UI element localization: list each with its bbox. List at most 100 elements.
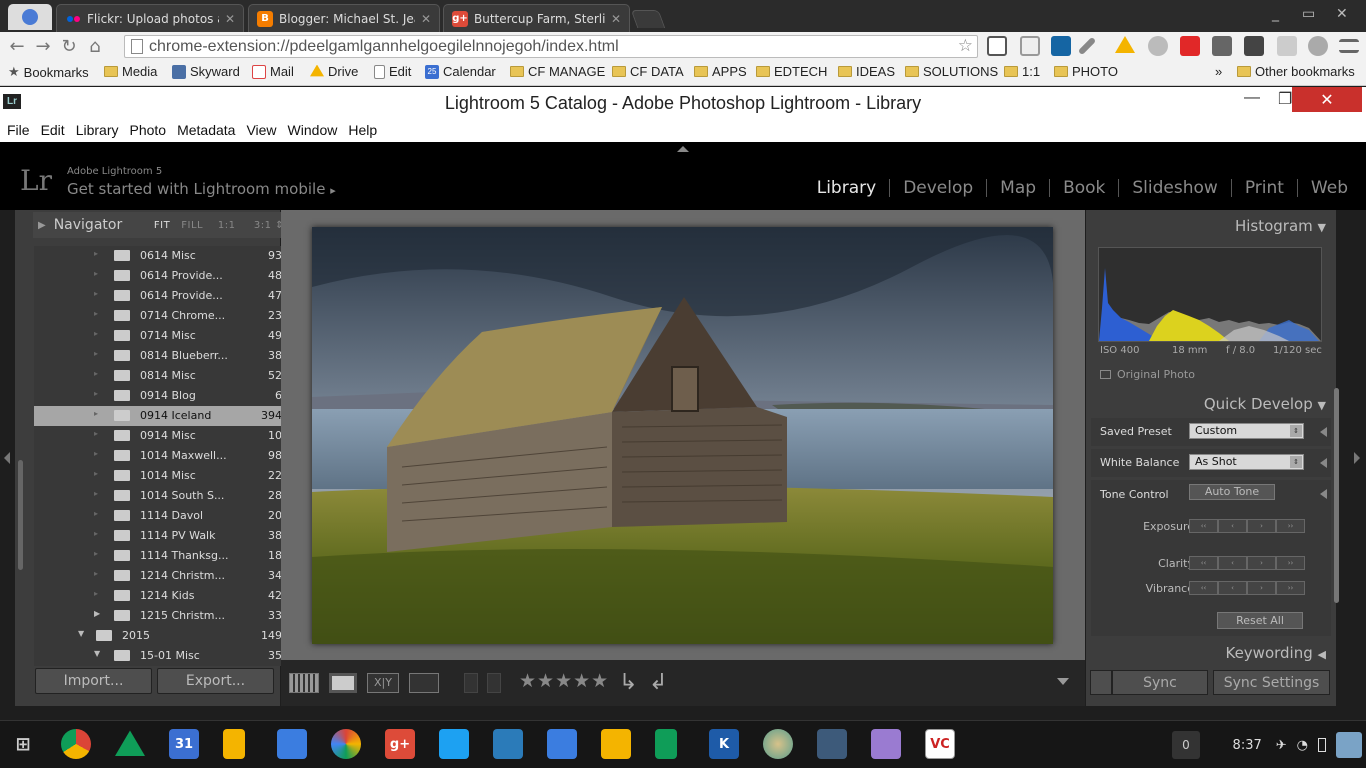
photos-app-icon[interactable] [331,729,361,759]
close-tab-icon[interactable]: ✕ [225,12,235,26]
mail-app-icon[interactable] [547,729,577,759]
white-balance-select[interactable]: As Shot ⇕ [1189,454,1304,470]
menu-help[interactable]: Help [348,122,381,138]
disclosure-triangle-icon[interactable]: ▸ [94,249,98,258]
reset-all-button[interactable]: Reset All [1217,612,1303,629]
maximize-icon[interactable]: ▭ [1302,6,1315,22]
folder-row[interactable]: ▼ 15-01 Misc 35 [34,646,289,666]
close-window-button[interactable]: ✕ [1292,87,1362,112]
disclosure-triangle-icon[interactable]: ▸ [94,569,98,578]
disclosure-triangle-icon[interactable]: ▼ [78,629,84,638]
grid-view-icon[interactable] [289,673,319,693]
home-icon[interactable]: ⌂ [82,33,108,59]
toolbar-menu-icon[interactable] [1057,678,1069,685]
calendar-app-icon[interactable]: 31 [169,729,199,759]
reject-flag-icon[interactable] [487,673,501,693]
folder-row[interactable]: ▸ 1214 Kids 42 [34,586,289,606]
loupe-view[interactable] [281,210,1085,660]
expand-triangle-icon[interactable] [1320,458,1327,468]
close-icon[interactable]: ✕ [1336,6,1348,22]
module-web[interactable]: Web [1298,178,1348,198]
twitter-app-icon[interactable] [439,729,469,759]
disclosure-triangle-icon[interactable]: ▸ [94,289,98,298]
expand-triangle-icon[interactable] [1320,489,1327,499]
folder-row[interactable]: ▸ 0814 Blueberr... 38 [34,346,289,366]
compare-view-icon[interactable]: X|Y [367,673,399,693]
clarity-down[interactable]: ‹ [1218,556,1247,570]
bookmark-cf-data[interactable]: CF DATA [612,64,684,79]
expand-triangle-icon[interactable] [1320,427,1327,437]
module-map[interactable]: Map [987,178,1049,198]
clarity-up-big[interactable]: ›› [1276,556,1305,570]
disclosure-triangle-icon[interactable]: ▸ [94,489,98,498]
disclosure-triangle-icon[interactable]: ▸ [94,349,98,358]
notification-count[interactable]: 0 [1172,731,1200,759]
docs-app-icon[interactable] [223,729,245,759]
disclosure-triangle-icon[interactable]: ▸ [94,409,98,418]
extension-pi-icon[interactable] [987,36,1007,56]
bookmark-solutions[interactable]: SOLUTIONS [905,64,998,79]
tab-flickr[interactable]: Flickr: Upload photos anc ✕ [56,4,244,32]
close-tab-icon[interactable]: ✕ [611,12,621,26]
photo-preview[interactable] [312,227,1053,644]
import-button[interactable]: Import... [35,668,152,694]
disclosure-triangle-icon[interactable]: ▸ [94,269,98,278]
disclosure-triangle-icon[interactable]: ▸ [94,509,98,518]
extension-grid-icon[interactable] [1212,36,1232,56]
bookmark-media[interactable]: Media [104,64,157,79]
menu-file[interactable]: File [7,122,34,138]
folder-row[interactable]: ▶ 1215 Christm... 33 [34,606,289,626]
mobile-link[interactable]: Get started with Lightroom mobile ▸ [67,180,336,198]
chrome-menu-icon[interactable] [8,4,52,30]
cast-icon[interactable] [1020,36,1040,56]
right-scrollbar[interactable] [1334,388,1339,603]
menu-metadata[interactable]: Metadata [177,122,239,138]
bookmark-apps[interactable]: APPS [694,64,747,79]
tab-google-plus[interactable]: g+ Buttercup Farm, Sterling ✕ [443,4,630,32]
saved-preset-select[interactable]: Custom ⇕ [1189,423,1304,439]
collapse-left-panel-icon[interactable] [4,452,10,464]
clarity-up[interactable]: › [1247,556,1276,570]
zoom-3-1[interactable]: 3:1 [254,220,272,231]
menu-edit[interactable]: Edit [41,122,69,138]
flag-icon[interactable] [464,673,478,693]
folder-row[interactable]: ▸ 1214 Christm... 34 [34,566,289,586]
export-button[interactable]: Export... [157,668,274,694]
bookmark-star-icon[interactable]: ☆ [958,36,973,56]
bookmark-photo[interactable]: PHOTO [1054,64,1118,79]
histogram-header[interactable]: Histogram ▼ [1235,217,1326,235]
bookmark-calendar[interactable]: 25 Calendar [425,64,496,79]
google-plus-app-icon[interactable]: g+ [385,729,415,759]
folder-row[interactable]: ▸ 0614 Misc 93 [34,246,289,266]
flipboard-icon[interactable] [1180,36,1200,56]
vibrance-down[interactable]: ‹ [1218,581,1247,595]
folder-row[interactable]: ▸ 1114 PV Walk 38 [34,526,289,546]
disclosure-triangle-icon[interactable]: ▸ [94,589,98,598]
folder-row[interactable]: ▸ 1014 South S... 28 [34,486,289,506]
menu-library[interactable]: Library [76,122,123,138]
extension-circle-icon[interactable] [1148,36,1168,56]
sync-settings-button[interactable]: Sync Settings [1213,670,1330,695]
disclosure-triangle-icon[interactable]: ▸ [94,389,98,398]
menu-photo[interactable]: Photo [129,122,170,138]
collapse-top-panel-icon[interactable] [677,146,689,152]
left-scrollbar[interactable] [18,460,23,570]
bookmark-edit[interactable]: Edit [374,64,411,79]
tab-blogger[interactable]: B Blogger: Michael St. Jean ✕ [248,4,440,32]
disclosure-triangle-icon[interactable]: ▸ [94,329,98,338]
bookmark-skyward[interactable]: Skyward [172,64,240,79]
clarity-down-big[interactable]: ‹‹ [1189,556,1218,570]
menu-view[interactable]: View [246,122,280,138]
bookmark-ideas[interactable]: IDEAS [838,64,895,79]
disclosure-triangle-icon[interactable]: ▸ [94,429,98,438]
auto-tone-button[interactable]: Auto Tone [1189,484,1275,500]
status-tray[interactable]: 8:37 ✈ ◔ [1233,729,1362,761]
disclosure-triangle-icon[interactable]: ▸ [94,469,98,478]
paint-app-icon[interactable] [871,729,901,759]
vibrance-up[interactable]: › [1247,581,1276,595]
folder-row[interactable]: ▸ 1114 Davol 20 [34,506,289,526]
extension-s-icon[interactable] [1051,36,1071,56]
exposure-down[interactable]: ‹ [1218,519,1247,533]
minimize-icon[interactable]: — [1244,89,1260,107]
bookmark-1-1[interactable]: 1:1 [1004,64,1040,79]
